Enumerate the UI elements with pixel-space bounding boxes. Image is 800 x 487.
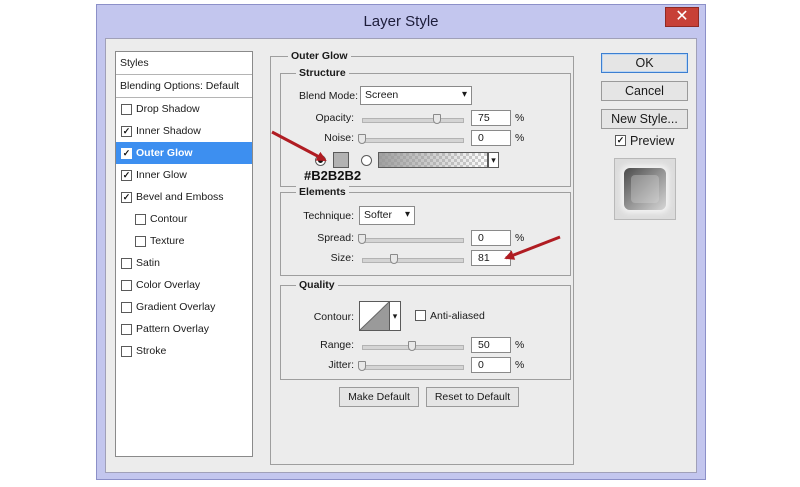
- arrow-to-color-swatch: [271, 130, 327, 162]
- arrow-to-size-field: [504, 235, 561, 260]
- annotation-arrows: [271, 130, 561, 260]
